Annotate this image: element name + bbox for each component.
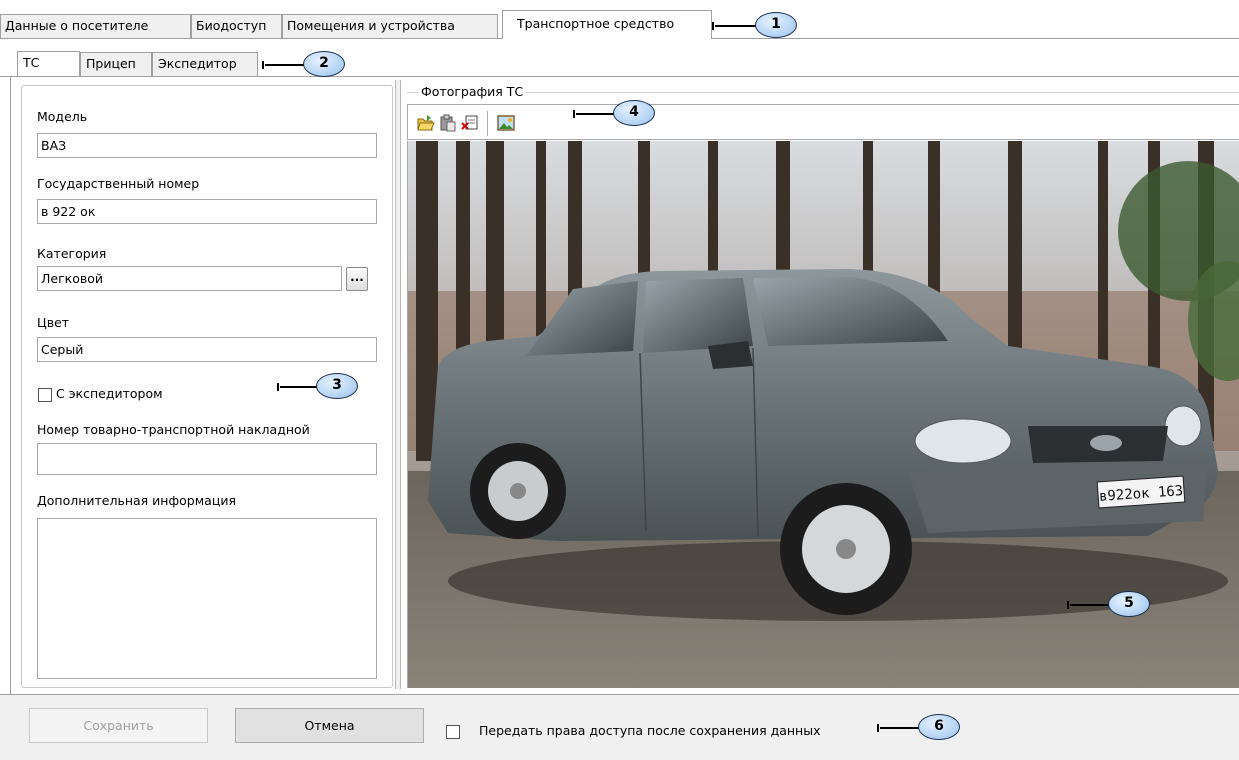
delete-photo-icon[interactable]	[461, 114, 479, 132]
callout-4-line	[573, 110, 618, 118]
callout-1: 1	[755, 12, 797, 38]
model-label: Модель	[37, 109, 88, 124]
save-button[interactable]: Сохранить	[29, 708, 208, 743]
paste-icon[interactable]	[439, 114, 457, 132]
callout-3: 3	[316, 373, 358, 399]
model-input[interactable]: ВАЗ	[37, 133, 377, 158]
vehicle-subtab-bar: ТС Прицеп Экспедитор	[0, 51, 1239, 78]
callout-1-line	[712, 22, 757, 30]
callout-5: 5	[1108, 591, 1150, 617]
plate-label: Государственный номер	[37, 176, 200, 191]
transfer-rights-label[interactable]: Передать права доступа после сохранения …	[479, 723, 820, 738]
photo-view-icon[interactable]	[497, 114, 515, 132]
tab-bioaccess[interactable]: Биодоступ	[191, 14, 282, 38]
cancel-button[interactable]: Отмена	[235, 708, 424, 743]
category-select-button[interactable]: ...	[346, 267, 368, 291]
callout-2: 2	[303, 51, 345, 77]
toolbar-separator	[487, 111, 488, 136]
category-input[interactable]: Легковой	[37, 266, 342, 291]
subtab-forwarder[interactable]: Экспедитор	[152, 52, 258, 76]
callout-6-line	[877, 724, 922, 732]
category-label: Категория	[37, 246, 107, 261]
open-file-icon[interactable]	[417, 114, 435, 132]
callout-6: 6	[918, 714, 960, 740]
callout-4: 4	[613, 100, 655, 126]
additional-info-textarea[interactable]	[37, 518, 377, 679]
subtab-vehicle[interactable]: ТС	[17, 51, 80, 76]
main-tab-bar: Данные о посетителе Биодоступ Помещения …	[0, 10, 1239, 40]
panel-splitter[interactable]	[395, 80, 401, 689]
with-forwarder-checkbox[interactable]	[38, 388, 52, 402]
additional-info-label: Дополнительная информация	[37, 493, 236, 508]
callout-5-line	[1067, 601, 1112, 609]
tab-vehicle[interactable]: Транспортное средство	[502, 10, 712, 39]
subtab-trailer[interactable]: Прицеп	[80, 52, 152, 76]
tab-visitor-data[interactable]: Данные о посетителе	[0, 14, 191, 38]
waybill-input[interactable]	[37, 443, 377, 475]
transfer-rights-checkbox[interactable]	[446, 725, 460, 739]
color-input[interactable]: Серый	[37, 337, 377, 362]
tab-rooms-devices[interactable]: Помещения и устройства	[282, 14, 498, 38]
color-label: Цвет	[37, 315, 70, 330]
waybill-label: Номер товарно-транспортной накладной	[37, 422, 310, 437]
callout-2-line	[262, 61, 307, 69]
photo-toolbar	[407, 104, 1239, 140]
plate-input[interactable]: в 922 ок	[37, 199, 377, 224]
vehicle-photo-group-title: Фотография ТС	[418, 84, 527, 99]
with-forwarder-label[interactable]: С экспедитором	[56, 386, 163, 401]
